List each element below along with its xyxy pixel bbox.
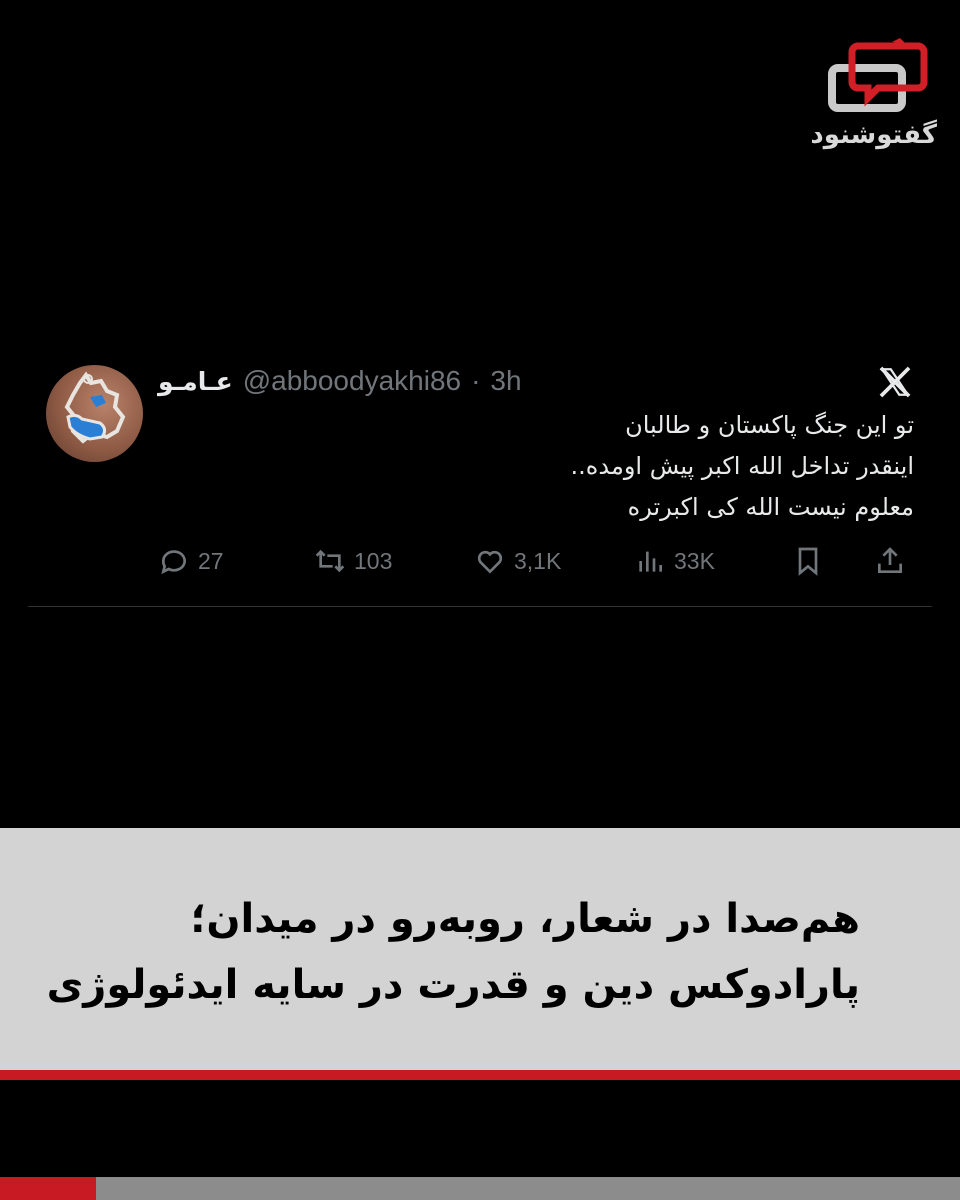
bookmark-icon [798,547,818,576]
avatar[interactable] [46,365,143,462]
tweet-line: اینقدر تداخل الله اکبر پیش اومده.. [570,452,914,480]
accent-divider [0,1070,960,1080]
share-button[interactable] [874,540,906,582]
reply-button[interactable]: 27 [158,540,224,582]
like-icon [477,550,503,574]
like-button[interactable]: 3,1K [474,540,561,582]
retweet-icon [315,549,345,573]
header-separator: · [471,365,481,396]
headline-line-1: هم‌صدا در شعار، روبه‌رو در میدان؛ [190,896,860,942]
views-count: 33K [674,547,715,574]
user-handle[interactable]: @abboodyakhi86 [243,365,461,397]
share-icon [878,547,902,573]
bottom-accent [0,1177,96,1200]
display-name[interactable]: عـامـو [158,367,233,396]
tweet-card[interactable]: عـامـو @abboodyakhi86 · 3h تو این جنگ پا… [28,355,932,607]
headline: هم‌صدا در شعار، روبه‌رو در میدان؛ پارادو… [47,886,860,1018]
like-count: 3,1K [514,547,562,574]
tweet-header: عـامـو @abboodyakhi86 · 3h [158,363,522,399]
x-logo-icon[interactable] [878,365,912,399]
speech-bubbles-logo-icon [828,38,928,112]
brand-logo: گفتوشنود [810,38,942,156]
map-pendant-icon [64,371,126,444]
bottom-bar [0,1177,960,1200]
reply-count: 27 [198,547,224,574]
reply-icon [161,550,186,575]
headline-banner: هم‌صدا در شعار، روبه‌رو در میدان؛ پارادو… [0,828,960,1070]
retweet-button[interactable]: 103 [314,540,392,582]
views-icon [639,551,662,572]
tweet-line: تو این جنگ پاکستان و طالبان [625,411,914,439]
headline-line-2: پارادوکس دین و قدرت در سایه ایدئولوژی [46,962,860,1008]
bookmark-button[interactable] [792,540,824,582]
tweet-line: معلوم نیست الله کی اکبرتره [627,493,914,521]
logo-wordmark: گفتوشنود [810,120,938,150]
tweet-body: تو این جنگ پاکستان و طالبان اینقدر تداخل… [158,405,914,528]
retweet-count: 103 [354,547,393,574]
tweet-timestamp[interactable]: 3h [490,365,521,397]
tweet-actions: 27 103 3,1K 33K [158,540,918,582]
views-button[interactable]: 33K [634,540,715,582]
